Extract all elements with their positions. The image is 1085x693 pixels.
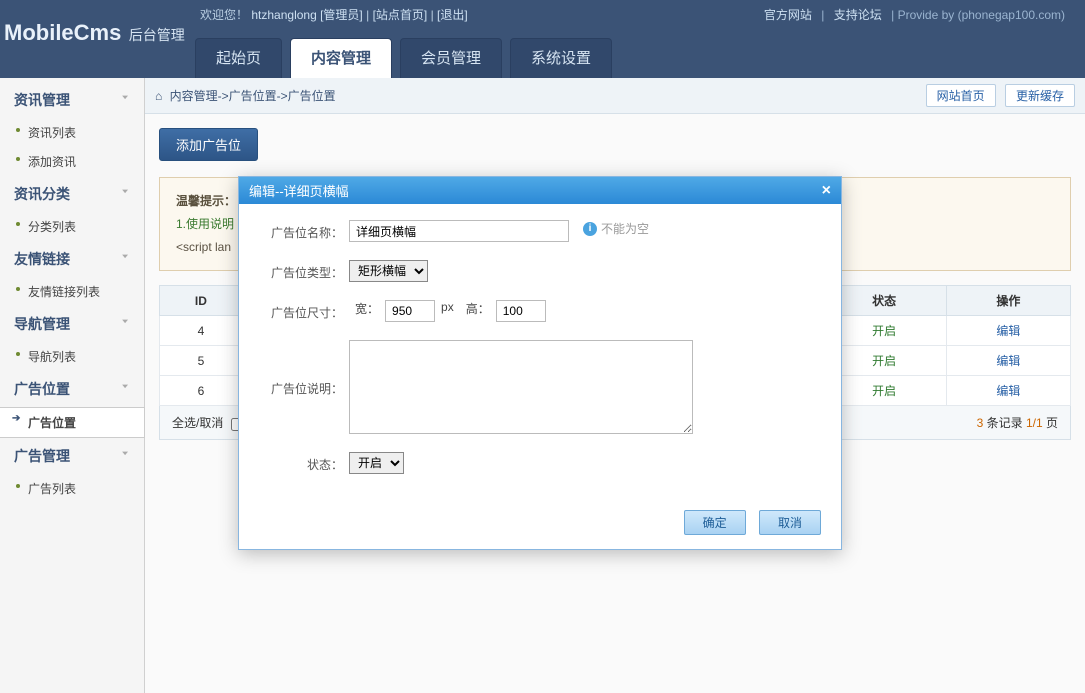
role-link[interactable]: [管理员]	[320, 8, 363, 22]
breadcrumb: ⌂ 内容管理->广告位置->广告位置	[155, 87, 336, 104]
tip-line2: <script lan	[176, 240, 231, 254]
tip-line1: 1.使用说明	[176, 217, 234, 231]
sidebar-item-links-list[interactable]: 友情链接列表	[0, 277, 144, 306]
status-label: 状态：	[263, 452, 349, 473]
cell-id: 4	[160, 316, 243, 346]
breadcrumb-row: ⌂ 内容管理->广告位置->广告位置 网站首页 更新缓存	[145, 78, 1085, 114]
top-right-links: 官方网站 | 支持论坛 | Provide by (phonegap100.co…	[758, 6, 1065, 23]
breadcrumb-text: 内容管理->广告位置->广告位置	[170, 89, 336, 103]
status-select[interactable]: 开启	[349, 452, 404, 474]
width-input[interactable]	[385, 300, 435, 322]
logo-big: MobileCms	[4, 20, 121, 45]
topbar: 欢迎您！ htzhanglong [管理员] | [站点首页] | [退出] 官…	[0, 0, 1085, 78]
record-count: 3	[977, 416, 984, 430]
chevron-down-icon: ▼	[120, 318, 130, 325]
ok-button[interactable]: 确定	[684, 510, 746, 535]
type-select[interactable]: 矩形横幅	[349, 260, 428, 282]
name-input[interactable]	[349, 220, 569, 242]
sidebar-item-adpos[interactable]: 广告位置	[0, 407, 145, 438]
cell-id: 6	[160, 376, 243, 406]
tab-content[interactable]: 内容管理	[290, 38, 392, 78]
page-indicator: 1/1	[1026, 416, 1043, 430]
chevron-down-icon: ▼	[120, 94, 130, 101]
sidebar-item-category-list[interactable]: 分类列表	[0, 212, 144, 241]
modal-footer: 确定 取消	[239, 502, 841, 549]
chevron-down-icon: ▼	[120, 383, 130, 390]
provide-text: Provide by (phonegap100.com)	[898, 8, 1065, 22]
th-id: ID	[160, 286, 243, 316]
add-button[interactable]: 添加广告位	[159, 128, 258, 161]
cell-status: 开启	[872, 384, 896, 398]
modal-header: 编辑--详细页横幅 ×	[239, 177, 841, 204]
tab-system[interactable]: 系统设置	[510, 38, 612, 78]
logo-small: 后台管理	[129, 27, 185, 43]
desc-label: 广告位说明：	[263, 340, 349, 397]
bc-refresh[interactable]: 更新缓存	[1005, 84, 1075, 107]
cell-id: 5	[160, 346, 243, 376]
type-label: 广告位类型：	[263, 260, 349, 281]
logout-link[interactable]: [退出]	[437, 8, 468, 22]
modal-title: 编辑--详细页横幅	[249, 181, 349, 200]
sidebar-item-nav-list[interactable]: 导航列表	[0, 342, 144, 371]
size-label: 广告位尺寸：	[263, 300, 349, 321]
chevron-down-icon: ▼	[120, 253, 130, 260]
official-link[interactable]: 官方网站	[764, 8, 812, 22]
height-input[interactable]	[496, 300, 546, 322]
th-action: 操作	[946, 286, 1070, 316]
side-group-news[interactable]: 资讯管理▼	[0, 82, 144, 118]
cell-status: 开启	[872, 354, 896, 368]
tab-start[interactable]: 起始页	[195, 38, 282, 78]
info-icon: i	[583, 222, 597, 236]
edit-link[interactable]: 编辑	[996, 354, 1020, 368]
name-label: 广告位名称：	[263, 220, 349, 241]
pagination: 3 条记录 1/1 页	[977, 414, 1058, 431]
sidebar-item-ad-list[interactable]: 广告列表	[0, 474, 144, 503]
cancel-button[interactable]: 取消	[759, 510, 821, 535]
main-tabs: 起始页 内容管理 会员管理 系统设置	[195, 38, 612, 78]
tip-title: 温馨提示：	[176, 194, 236, 208]
height-label: 高：	[466, 300, 490, 317]
edit-modal: 编辑--详细页横幅 × 广告位名称： i不能为空 广告位类型： 矩形横幅 广告位…	[238, 176, 842, 550]
side-group-nav[interactable]: 导航管理▼	[0, 306, 144, 342]
sidebar-item-news-list[interactable]: 资讯列表	[0, 118, 144, 147]
width-label: 宽：	[355, 300, 379, 317]
forum-link[interactable]: 支持论坛	[834, 8, 882, 22]
close-icon[interactable]: ×	[822, 182, 831, 200]
welcome-prefix: 欢迎您！	[200, 8, 248, 22]
chevron-down-icon: ▼	[120, 450, 130, 457]
logo: MobileCms 后台管理	[4, 20, 185, 46]
sidebar-item-news-add[interactable]: 添加资讯	[0, 147, 144, 176]
home-icon: ⌂	[155, 89, 162, 103]
side-group-ad[interactable]: 广告管理▼	[0, 438, 144, 474]
edit-link[interactable]: 编辑	[996, 324, 1020, 338]
side-group-adpos[interactable]: 广告位置▼	[0, 371, 144, 407]
select-all[interactable]: 全选/取消	[172, 416, 223, 430]
side-group-category[interactable]: 资讯分类▼	[0, 176, 144, 212]
sidebar: 资讯管理▼ 资讯列表 添加资讯 资讯分类▼ 分类列表 友情链接▼ 友情链接列表 …	[0, 78, 145, 693]
tab-member[interactable]: 会员管理	[400, 38, 502, 78]
bc-site-home[interactable]: 网站首页	[926, 84, 996, 107]
cell-status: 开启	[872, 324, 896, 338]
site-home-link[interactable]: [站点首页]	[373, 8, 428, 22]
desc-textarea[interactable]	[349, 340, 693, 434]
side-group-links[interactable]: 友情链接▼	[0, 241, 144, 277]
chevron-down-icon: ▼	[120, 188, 130, 195]
user-link[interactable]: htzhanglong	[251, 8, 316, 22]
edit-link[interactable]: 编辑	[996, 384, 1020, 398]
px-label: px	[441, 300, 454, 314]
breadcrumb-actions: 网站首页 更新缓存	[920, 84, 1075, 107]
name-hint: i不能为空	[583, 220, 649, 237]
